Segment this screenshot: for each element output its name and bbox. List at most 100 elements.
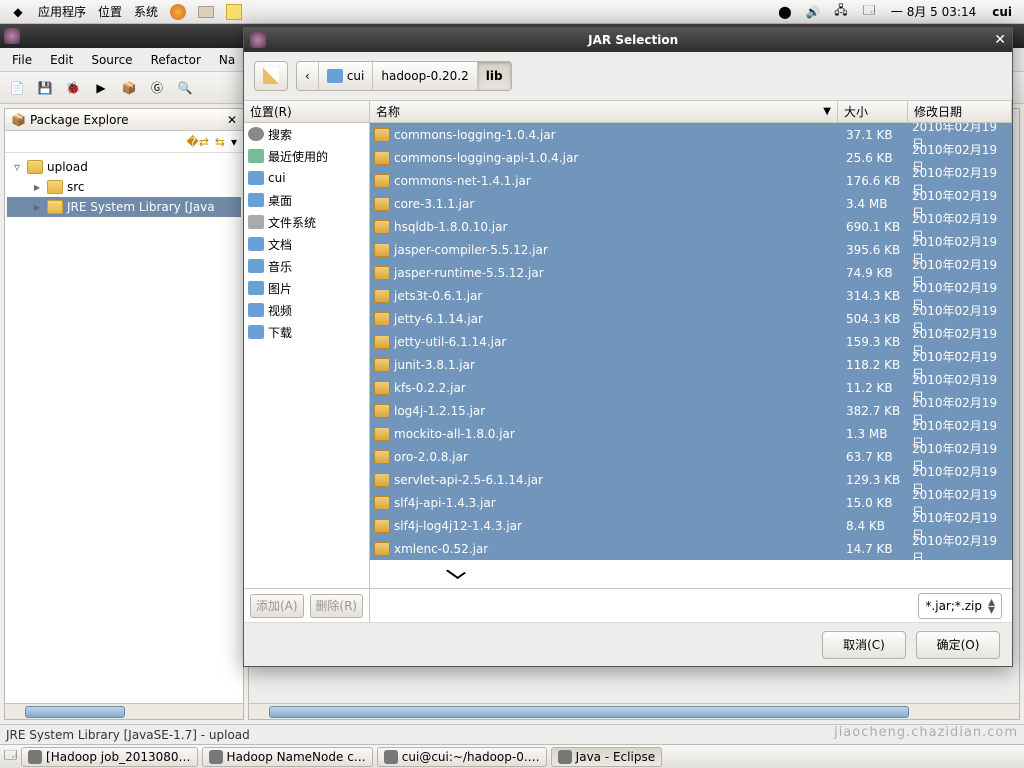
new-button[interactable]: 📄 [6, 77, 28, 99]
home-icon [327, 69, 343, 83]
place-row[interactable]: 搜索 [244, 123, 369, 145]
folder-icon [248, 237, 264, 251]
menu-edit[interactable]: Edit [42, 51, 81, 69]
user-menu[interactable]: cui [984, 5, 1020, 19]
task-button[interactable]: cui@cui:~/hadoop-0.… [377, 747, 547, 767]
save-button[interactable]: 💾 [34, 77, 56, 99]
package-button[interactable]: 📦 [118, 77, 140, 99]
remove-place-button[interactable]: 删除(R) [310, 594, 364, 618]
place-row[interactable]: 文件系统 [244, 211, 369, 233]
task-label: cui@cui:~/hadoop-0.… [402, 750, 540, 764]
col-date[interactable]: 修改日期 [908, 101, 1012, 122]
cancel-button[interactable]: 取消(C) [822, 631, 906, 659]
file-size: 1.3 MB [846, 427, 912, 441]
evolution-icon[interactable] [196, 2, 216, 22]
place-row[interactable]: 图片 [244, 277, 369, 299]
jar-icon [374, 496, 390, 510]
display-icon[interactable]: 🗔 [859, 2, 879, 22]
menu-file[interactable]: File [4, 51, 40, 69]
col-name[interactable]: 名称▼ [370, 101, 838, 122]
jar-icon [374, 312, 390, 326]
view-toolbar: �⇄ ⇆ ▾ [5, 131, 243, 153]
accessibility-icon[interactable]: ⬤ [775, 2, 795, 22]
place-row[interactable]: 桌面 [244, 189, 369, 211]
places-menu[interactable]: 位置 [92, 3, 128, 20]
folder-icon [248, 259, 264, 273]
tree-jre[interactable]: ▸ JRE System Library [Java [7, 197, 241, 217]
jar-icon [374, 289, 390, 303]
firefox-icon[interactable] [168, 2, 188, 22]
file-size: 8.4 KB [846, 519, 912, 533]
expander-icon[interactable]: ▿ [11, 160, 23, 174]
crumb-hadoop[interactable]: hadoop-0.20.2 [373, 62, 477, 90]
tree-src[interactable]: ▸ src [7, 177, 241, 197]
task-button[interactable]: Java - Eclipse [551, 747, 662, 767]
menu-refactor[interactable]: Refactor [143, 51, 209, 69]
search-icon [248, 127, 264, 141]
places-list[interactable]: 搜索最近使用的cui桌面文件系统文档音乐图片视频下载 [244, 123, 369, 588]
network-icon[interactable]: 🖧 [831, 2, 851, 22]
view-tab[interactable]: 📦 Package Explore ✕ [5, 109, 243, 131]
show-desktop-icon[interactable]: 🗔 [4, 746, 17, 767]
gnome-logo-icon[interactable]: ◆ [8, 2, 28, 22]
back-button[interactable]: ‹ [297, 62, 319, 90]
add-place-button[interactable]: 添加(A) [250, 594, 304, 618]
jar-icon [374, 519, 390, 533]
file-size: 382.7 KB [846, 404, 912, 418]
jar-icon [374, 473, 390, 487]
place-row[interactable]: 音乐 [244, 255, 369, 277]
menu-source[interactable]: Source [83, 51, 140, 69]
run-button[interactable]: ▶ [90, 77, 112, 99]
collapse-icon[interactable]: �⇄ [187, 135, 209, 149]
tree-project[interactable]: ▿ upload [7, 157, 241, 177]
hd-icon [248, 215, 264, 229]
crumb-lib[interactable]: lib [478, 62, 511, 90]
file-size: 159.3 KB [846, 335, 912, 349]
clock[interactable]: 一 8月 5 03:14 [883, 3, 984, 20]
edit-path-button[interactable] [254, 61, 288, 91]
jar-icon [374, 128, 390, 142]
close-icon[interactable]: ✕ [994, 32, 1006, 48]
hscrollbar[interactable] [249, 703, 1019, 719]
ok-button[interactable]: 确定(O) [916, 631, 1000, 659]
volume-icon[interactable]: 🔊 [803, 2, 823, 22]
col-size[interactable]: 大小 [838, 101, 908, 122]
file-size: 63.7 KB [846, 450, 912, 464]
places-header: 位置(R) [244, 101, 369, 123]
file-size: 314.3 KB [846, 289, 912, 303]
file-list[interactable]: commons-logging-1.0.4.jar37.1 KB2010年02月… [370, 123, 1012, 588]
type-button[interactable]: Ⓖ [146, 77, 168, 99]
place-row[interactable]: 视频 [244, 299, 369, 321]
apps-menu[interactable]: 应用程序 [32, 3, 92, 20]
place-row[interactable]: cui [244, 167, 369, 189]
expander-icon[interactable]: ▸ [31, 200, 43, 214]
status-text: JRE System Library [JavaSE-1.7] - upload [6, 728, 250, 742]
task-button[interactable]: [Hadoop job_2013080… [21, 747, 198, 767]
system-menu[interactable]: 系统 [128, 3, 164, 20]
breadcrumb: ‹ cui hadoop-0.20.2 lib [296, 61, 512, 91]
link-icon[interactable]: ⇆ [215, 135, 225, 149]
menu-navigate[interactable]: Na [211, 51, 243, 69]
hscrollbar[interactable] [5, 703, 243, 719]
place-row[interactable]: 文档 [244, 233, 369, 255]
debug-button[interactable]: 🐞 [62, 77, 84, 99]
project-tree[interactable]: ▿ upload ▸ src ▸ JRE System Library [Jav… [5, 153, 243, 703]
tree-label: JRE System Library [Java [67, 200, 215, 214]
file-name: slf4j-api-1.4.3.jar [394, 496, 496, 510]
crumb-home[interactable]: cui [319, 62, 374, 90]
file-name: jasper-compiler-5.5.12.jar [394, 243, 548, 257]
file-name: mockito-all-1.8.0.jar [394, 427, 515, 441]
expander-icon[interactable]: ▸ [31, 180, 43, 194]
filter-combo[interactable]: *.jar;*.zip ▴▾ [918, 593, 1002, 619]
place-row[interactable]: 下载 [244, 321, 369, 343]
file-name: commons-logging-api-1.0.4.jar [394, 151, 578, 165]
dialog-titlebar[interactable]: JAR Selection ✕ [244, 28, 1012, 52]
view-close-icon[interactable]: ✕ [227, 113, 237, 127]
place-row[interactable]: 最近使用的 [244, 145, 369, 167]
view-menu-icon[interactable]: ▾ [231, 135, 237, 149]
place-label: 图片 [268, 280, 292, 297]
search-button[interactable]: 🔍 [174, 77, 196, 99]
notes-icon[interactable] [224, 2, 244, 22]
file-row[interactable]: xmlenc-0.52.jar14.7 KB2010年02月19日 [370, 537, 1012, 560]
task-button[interactable]: Hadoop NameNode c… [202, 747, 373, 767]
